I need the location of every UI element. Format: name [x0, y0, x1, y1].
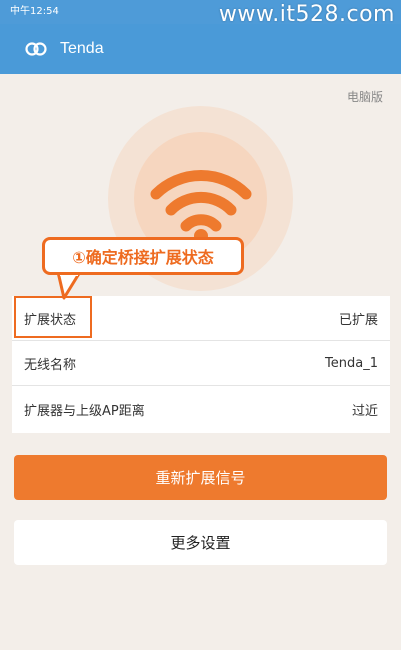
- status-time: 中午12:54: [10, 6, 59, 17]
- status-highlight-box: [14, 296, 92, 338]
- callout-arrow-icon: [56, 272, 82, 300]
- app-screen: 中午12:54 www.it528.com Tenda 电脑版 扩展状态 已扩展…: [0, 0, 401, 650]
- info-value: 已扩展: [338, 312, 378, 328]
- info-value: Tenda_1: [325, 355, 378, 371]
- info-row-ap-distance: 扩展器与上级AP距离 过近: [12, 386, 390, 433]
- info-label: 扩展器与上级AP距离: [24, 404, 145, 419]
- pc-version-link[interactable]: 电脑版: [347, 88, 383, 105]
- info-label: 无线名称: [24, 357, 77, 373]
- tenda-logo-icon: [24, 41, 48, 57]
- app-title: Tenda: [60, 40, 104, 57]
- annotation-callout: ①确定桥接扩展状态: [42, 237, 244, 275]
- info-row-wireless-name: 无线名称 Tenda_1: [12, 341, 390, 386]
- more-settings-button[interactable]: 更多设置: [14, 520, 387, 565]
- info-value: 过近: [351, 404, 378, 419]
- app-bar: Tenda: [0, 24, 401, 74]
- re-extend-signal-button[interactable]: 重新扩展信号: [14, 455, 387, 500]
- wifi-icon: [150, 170, 252, 243]
